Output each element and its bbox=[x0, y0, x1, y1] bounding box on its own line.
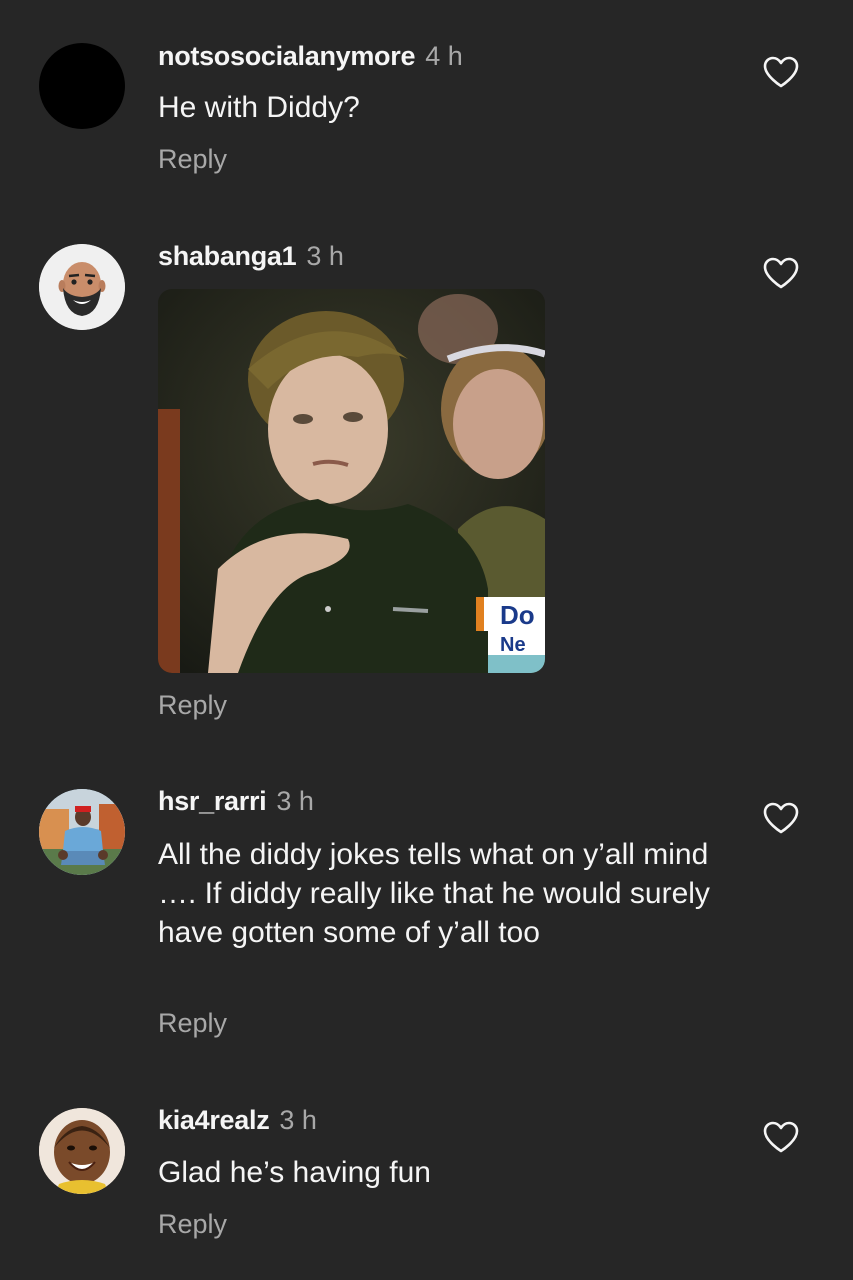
avatar[interactable] bbox=[39, 789, 125, 875]
username[interactable]: shabanga1 bbox=[158, 241, 297, 271]
gif-overlay-text: Do bbox=[500, 600, 535, 630]
avatar[interactable] bbox=[39, 43, 125, 129]
avatar-photo bbox=[39, 789, 125, 875]
timestamp: 3 h bbox=[306, 241, 344, 271]
gif-overlay-text: Ne bbox=[500, 634, 526, 656]
comment-meta: shabanga1 3 h bbox=[158, 240, 344, 272]
heart-outline-icon[interactable] bbox=[762, 1120, 800, 1154]
reply-button[interactable]: Reply bbox=[158, 143, 227, 175]
reply-button[interactable]: Reply bbox=[158, 1007, 227, 1039]
comment-meta: kia4realz 3 h bbox=[158, 1104, 317, 1136]
comment-meta: notsosocialanymore 4 h bbox=[158, 40, 463, 72]
username[interactable]: notsosocialanymore bbox=[158, 41, 415, 71]
comment-gif-image[interactable]: Do Ne bbox=[158, 289, 545, 673]
reply-button[interactable]: Reply bbox=[158, 689, 227, 721]
comment-meta: hsr_rarri 3 h bbox=[158, 785, 314, 817]
username[interactable]: hsr_rarri bbox=[158, 786, 267, 816]
comment-text: Glad he’s having fun bbox=[158, 1156, 431, 1189]
comment-text: All the diddy jokes tells what on y’all … bbox=[158, 838, 710, 949]
heart-outline-icon[interactable] bbox=[762, 801, 800, 835]
reply-button[interactable]: Reply bbox=[158, 1208, 227, 1240]
timestamp: 3 h bbox=[276, 786, 314, 816]
avatar[interactable] bbox=[39, 244, 125, 330]
heart-outline-icon[interactable] bbox=[762, 55, 800, 89]
gif-image: Do Ne bbox=[158, 289, 545, 673]
timestamp: 3 h bbox=[279, 1105, 317, 1135]
memoji-image bbox=[39, 244, 125, 330]
username[interactable]: kia4realz bbox=[158, 1105, 270, 1135]
avatar[interactable] bbox=[39, 1108, 125, 1194]
comment-text: He with Diddy? bbox=[158, 91, 360, 124]
timestamp: 4 h bbox=[425, 41, 463, 71]
avatar-photo bbox=[39, 1108, 125, 1194]
heart-outline-icon[interactable] bbox=[762, 256, 800, 290]
